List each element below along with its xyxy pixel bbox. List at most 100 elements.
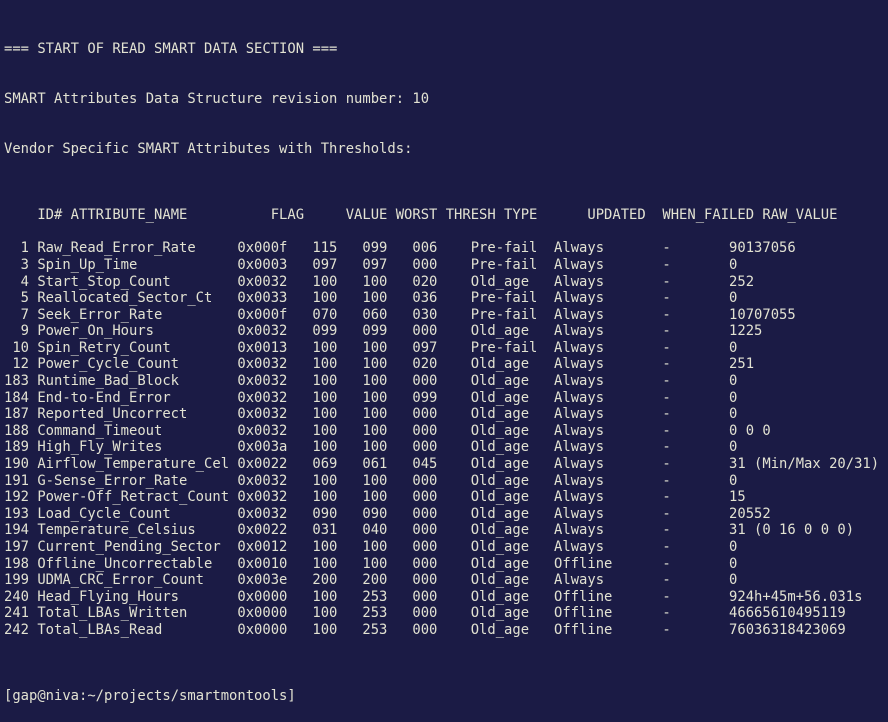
cell-id: 190 [4, 456, 30, 473]
cell-value: 100 [312, 290, 338, 307]
cell-name: Reallocated_Sector_Ct [37, 290, 213, 307]
cell-name: Airflow_Temperature_Cel [37, 456, 230, 473]
cell-value: 200 [312, 572, 338, 589]
cell-worst: 100 [362, 406, 388, 423]
col-id: ID# [37, 207, 63, 224]
table-row: 242 Total_LBAs_Read 0x0000 100 253 000 Old_age… [4, 622, 879, 639]
cell-when-failed: - [662, 588, 671, 605]
cell-value: 100 [312, 373, 338, 390]
cell-id: 7 [20, 306, 29, 323]
cell-id: 194 [4, 522, 30, 539]
table-row: 193 Load_Cycle_Count 0x0032 090 090 000 Old_ag… [4, 506, 879, 523]
cell-updated: Always [554, 339, 605, 356]
cell-name: Raw_Read_Error_Rate [37, 240, 196, 257]
cell-flag: 0x0032 [237, 505, 288, 522]
cell-when-failed: - [662, 572, 671, 589]
cell-type: Old_age [470, 406, 530, 423]
table-row: 197 Current_Pending_Sector 0x0012 100 100 000… [4, 539, 879, 556]
cell-thresh: 000 [412, 422, 438, 439]
cell-worst: 061 [362, 456, 388, 473]
cell-type: Old_age [470, 323, 530, 340]
cell-thresh: 000 [412, 572, 438, 589]
table-row: 192 Power-Off_Retract_Count 0x0032 100 100 00… [4, 489, 879, 506]
shell-prompt[interactable]: [gap@niva:~/projects/smartmontools] [4, 688, 879, 705]
table-row: 199 UDMA_CRC_Error_Count 0x003e 200 200 000 Ol… [4, 572, 879, 589]
cell-flag: 0x0022 [237, 522, 288, 539]
cell-name: Total_LBAs_Written [37, 605, 188, 622]
cell-value: 100 [312, 439, 338, 456]
cell-value: 100 [312, 621, 338, 638]
cell-updated: Always [554, 373, 605, 390]
cell-thresh: 000 [412, 472, 438, 489]
cell-raw: 0 [729, 339, 738, 356]
cell-type: Pre-fail [470, 306, 538, 323]
cell-id: 240 [4, 588, 30, 605]
cell-when-failed: - [662, 472, 671, 489]
cell-raw: 31 (0 16 0 0 0) [729, 522, 855, 539]
cell-raw: 31 (Min/Max 20/31) [729, 456, 880, 473]
table-row: 188 Command_Timeout 0x0032 100 100 000 Old_age… [4, 423, 879, 440]
cell-flag: 0x003e [237, 572, 288, 589]
cell-when-failed: - [662, 240, 671, 257]
cell-type: Pre-fail [470, 240, 538, 257]
cell-flag: 0x0012 [237, 539, 288, 555]
cell-worst: 253 [362, 621, 388, 638]
col-name: ATTRIBUTE_NAME [70, 207, 188, 224]
cell-when-failed: - [662, 505, 671, 522]
cell-name: Temperature_Celsius [37, 522, 196, 539]
cell-name: Offline_Uncorrectable [37, 555, 213, 572]
cell-worst: 099 [362, 323, 388, 340]
cell-when-failed: - [662, 456, 671, 473]
table-row: 191 G-Sense_Error_Rate 0x0032 100 100 000 Old_… [4, 473, 879, 490]
cell-worst: 200 [362, 572, 388, 589]
cell-value: 090 [312, 505, 338, 522]
col-thresh: THRESH [445, 207, 496, 224]
cell-id: 198 [4, 555, 30, 572]
cell-type: Pre-fail [470, 256, 538, 273]
cell-id: 199 [4, 572, 30, 589]
cell-thresh: 000 [412, 588, 438, 605]
cell-when-failed: - [662, 273, 671, 290]
cell-name: Seek_Error_Rate [37, 306, 163, 323]
cell-value: 100 [312, 406, 338, 423]
cell-worst: 097 [362, 256, 388, 273]
cell-worst: 100 [362, 339, 388, 356]
cell-updated: Always [554, 389, 605, 406]
cell-value: 069 [312, 456, 338, 473]
cell-raw: 20552 [729, 505, 771, 522]
cell-type: Old_age [470, 456, 530, 473]
cell-type: Old_age [470, 588, 530, 605]
cell-type: Old_age [470, 572, 530, 589]
cell-value: 100 [312, 389, 338, 406]
cell-updated: Always [554, 522, 605, 539]
cell-value: 100 [312, 605, 338, 622]
col-flag: FLAG [270, 207, 305, 224]
cell-worst: 100 [362, 356, 388, 373]
cell-raw: 0 [729, 555, 738, 572]
cell-name: Current_Pending_Sector [37, 539, 221, 555]
cell-flag: 0x0032 [237, 389, 288, 406]
cell-type: Pre-fail [470, 290, 538, 307]
cell-updated: Always [554, 323, 605, 340]
cell-id: 5 [20, 290, 29, 307]
terminal-window[interactable]: === START OF READ SMART DATA SECTION ===… [4, 8, 879, 722]
cell-thresh: 000 [412, 621, 438, 638]
cell-type: Old_age [470, 373, 530, 390]
cell-type: Old_age [470, 539, 530, 555]
cell-updated: Always [554, 422, 605, 439]
cell-thresh: 000 [412, 323, 438, 340]
cell-worst: 100 [362, 290, 388, 307]
cell-value: 100 [312, 339, 338, 356]
cell-flag: 0x0013 [237, 339, 288, 356]
cell-flag: 0x0032 [237, 422, 288, 439]
cell-thresh: 036 [412, 290, 438, 307]
section-header: === START OF READ SMART DATA SECTION === [4, 41, 338, 58]
col-updated: UPDATED [587, 207, 646, 224]
cell-updated: Offline [554, 605, 613, 622]
cell-thresh: 099 [412, 389, 438, 406]
table-row: 240 Head_Flying_Hours 0x0000 100 253 000 Old_a… [4, 589, 879, 606]
cell-updated: Always [554, 256, 605, 273]
cell-type: Old_age [470, 605, 530, 622]
cell-value: 100 [312, 539, 338, 555]
cell-id: 184 [4, 389, 30, 406]
